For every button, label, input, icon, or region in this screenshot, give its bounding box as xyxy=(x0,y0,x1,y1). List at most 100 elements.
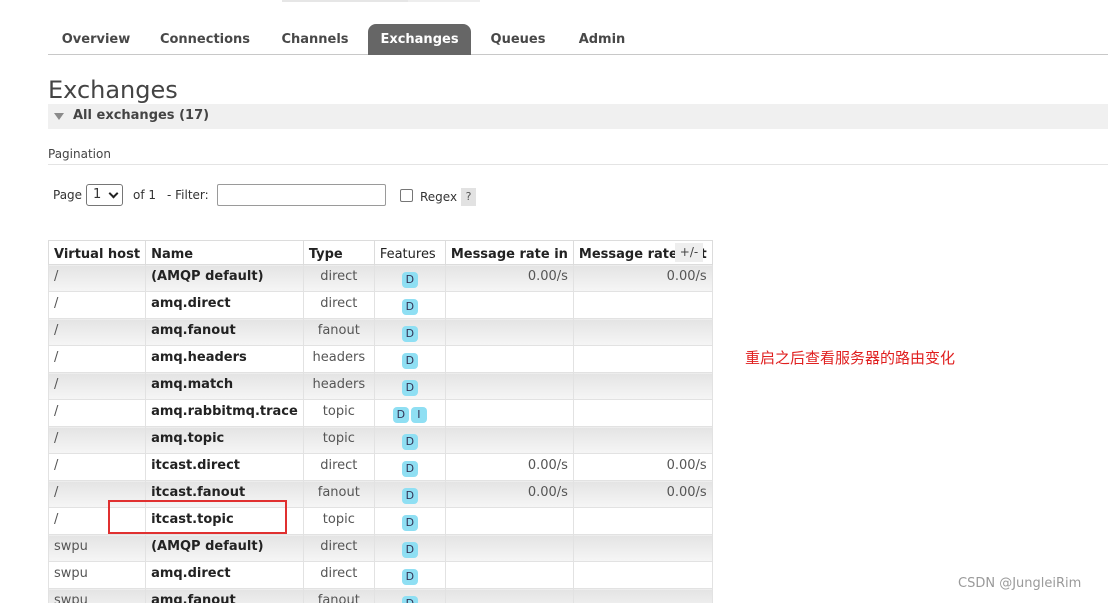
divider xyxy=(48,164,1108,165)
features-cell: DI xyxy=(373,399,446,427)
tab-exchanges[interactable]: Exchanges xyxy=(368,24,471,55)
rate-out-cell: 0.00/s xyxy=(572,480,713,508)
exchange-name-link[interactable]: amq.fanout xyxy=(145,588,304,603)
type-cell: headers xyxy=(302,345,375,373)
rate-in-cell xyxy=(444,426,574,454)
rate-out-cell: 0.00/s xyxy=(572,453,713,481)
exchange-name-link[interactable]: (AMQP default) xyxy=(145,534,304,562)
exchange-name-link[interactable]: amq.match xyxy=(145,372,304,400)
table-row: swpuamq.fanoutfanout D xyxy=(47,588,713,603)
feature-badge: D xyxy=(401,569,418,585)
page-title: Exchanges xyxy=(48,76,178,104)
column-header[interactable]: Type xyxy=(302,240,375,265)
table-row: / (AMQP default) direct D 0.00/s 0.00/s xyxy=(47,264,713,292)
highlight-box xyxy=(108,500,287,534)
rate-out-cell xyxy=(572,318,713,346)
exchange-name-link[interactable]: itcast.direct xyxy=(145,453,304,481)
rate-out-cell xyxy=(572,507,713,535)
feature-badge: D xyxy=(392,407,409,423)
exchange-name-link[interactable]: amq.headers xyxy=(145,345,304,373)
regex-checkbox[interactable] xyxy=(400,189,413,202)
page-select[interactable]: 1 xyxy=(86,184,123,206)
rate-in-cell: 0.00/s xyxy=(444,453,574,481)
feature-badge: I xyxy=(410,407,427,423)
vhost-cell: / xyxy=(47,291,147,319)
features-cell: D xyxy=(373,372,446,400)
vhost-cell: / xyxy=(47,426,147,454)
vhost-cell: / xyxy=(47,345,147,373)
filter-input[interactable] xyxy=(217,184,386,206)
table-row: / amq.match headers D xyxy=(47,372,713,400)
type-cell: topic xyxy=(302,426,375,454)
type-cell: fanout xyxy=(302,318,375,346)
triangle-down-icon xyxy=(54,113,64,120)
page-count: of 1 xyxy=(133,188,157,202)
type-cell: topic xyxy=(302,507,375,535)
exchange-name-link[interactable]: amq.direct xyxy=(145,291,304,319)
features-cell: D xyxy=(373,345,446,373)
rate-in-cell xyxy=(444,588,574,603)
table-row: / amq.headers headers D xyxy=(47,345,713,373)
columns-toggle-button[interactable]: +/- xyxy=(675,243,703,262)
rate-in-cell xyxy=(444,372,574,400)
tab-connections[interactable]: Connections xyxy=(144,24,266,55)
feature-badge: D xyxy=(401,515,418,531)
rate-out-cell xyxy=(572,399,713,427)
type-cell: direct xyxy=(302,453,375,481)
features-cell: D xyxy=(373,264,446,292)
tab-channels[interactable]: Channels xyxy=(266,24,364,55)
rate-out-cell xyxy=(572,561,713,589)
table-row: / amq.topic topic D xyxy=(47,426,713,454)
vhost-cell: swpu xyxy=(47,588,147,603)
section-toggle[interactable]: All exchanges (17) xyxy=(48,104,1108,129)
help-button[interactable]: ? xyxy=(461,188,476,206)
feature-badge: D xyxy=(401,596,418,603)
features-cell: D xyxy=(373,291,446,319)
pagination-heading: Pagination xyxy=(48,147,111,161)
column-header[interactable]: Message rate in xyxy=(444,240,574,265)
table-row: / amq.rabbitmq.trace topic D I xyxy=(47,399,713,427)
feature-badge: D xyxy=(401,353,418,369)
rate-in-cell xyxy=(444,507,574,535)
exchange-name-link[interactable]: amq.direct xyxy=(145,561,304,589)
feature-badge: D xyxy=(401,326,418,342)
tab-overview[interactable]: Overview xyxy=(48,24,144,55)
rate-in-cell xyxy=(444,399,574,427)
exchanges-table: Virtual host Name Type Features Message … xyxy=(47,240,713,603)
exchange-name-link[interactable]: (AMQP default) xyxy=(145,264,304,292)
features-cell: D xyxy=(373,561,446,589)
features-cell: D xyxy=(373,588,446,603)
tab-admin[interactable]: Admin xyxy=(561,24,643,55)
feature-badge: D xyxy=(401,272,418,288)
feature-badge: D xyxy=(401,299,418,315)
type-cell: fanout xyxy=(302,588,375,603)
top-stub xyxy=(408,0,480,2)
vhost-cell: / xyxy=(47,372,147,400)
table-row: / amq.fanout fanout D xyxy=(47,318,713,346)
features-cell: D xyxy=(373,480,446,508)
vhost-cell: / xyxy=(47,399,147,427)
column-header[interactable]: Name xyxy=(145,240,304,265)
exchange-name-link[interactable]: amq.topic xyxy=(145,426,304,454)
rate-out-cell xyxy=(572,426,713,454)
rate-in-cell: 0.00/s xyxy=(444,480,574,508)
top-stub xyxy=(282,0,408,2)
vhost-cell: / xyxy=(47,453,147,481)
type-cell: direct xyxy=(302,291,375,319)
rate-in-cell: 0.00/s xyxy=(444,264,574,292)
rate-in-cell xyxy=(444,291,574,319)
column-header[interactable]: Virtual host xyxy=(47,240,147,265)
exchange-name-link[interactable]: amq.fanout xyxy=(145,318,304,346)
annotation-text: 重启之后查看服务器的路由变化 xyxy=(745,349,956,367)
feature-badge: D xyxy=(401,434,418,450)
features-cell: D xyxy=(373,534,446,562)
page-select-value: 1 xyxy=(93,187,102,202)
exchange-name-link[interactable]: amq.rabbitmq.trace xyxy=(145,399,304,427)
column-header: Features xyxy=(373,240,446,265)
tab-queues[interactable]: Queues xyxy=(475,24,561,55)
feature-badge: D xyxy=(401,542,418,558)
vhost-cell: swpu xyxy=(47,534,147,562)
type-cell: direct xyxy=(302,534,375,562)
rate-in-cell xyxy=(444,345,574,373)
feature-badge: D xyxy=(401,380,418,396)
